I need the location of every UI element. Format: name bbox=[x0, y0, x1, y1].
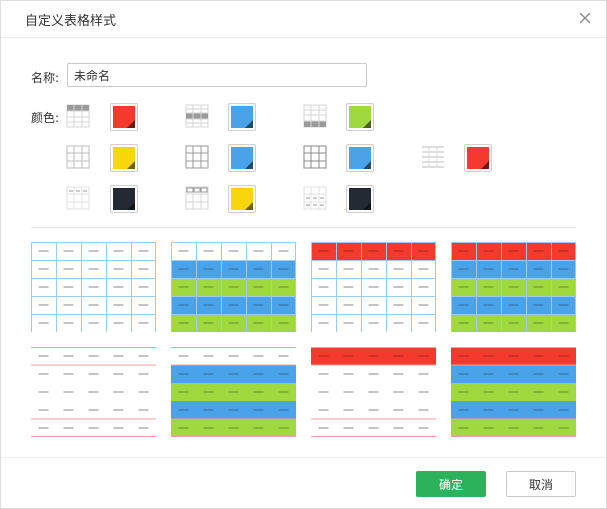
color-swatch-4[interactable] bbox=[110, 144, 138, 172]
style-preview-red-header-alternating[interactable] bbox=[451, 242, 576, 332]
confirm-button[interactable]: 确定 bbox=[416, 471, 486, 497]
style-preview-red-header-lines[interactable] bbox=[311, 347, 436, 437]
pattern-dashed-rows-grid-icon[interactable] bbox=[303, 186, 327, 210]
style-preview-red-header-lines-alternating[interactable] bbox=[451, 347, 576, 437]
color-swatch-2[interactable] bbox=[228, 103, 256, 131]
dialog-titlebar: 自定义表格样式 bbox=[1, 1, 606, 38]
swatch-fill bbox=[231, 147, 253, 169]
name-input[interactable] bbox=[67, 63, 367, 87]
color-swatch-8[interactable] bbox=[110, 185, 138, 213]
preview-table bbox=[451, 242, 576, 332]
style-preview-lines-only[interactable] bbox=[31, 347, 156, 437]
style-preview-grid-alternating[interactable] bbox=[171, 242, 296, 332]
pattern-horizontal-lines-icon[interactable] bbox=[421, 145, 445, 169]
pattern-middle-band-grid-icon[interactable] bbox=[185, 104, 209, 128]
color-label: 颜色: bbox=[31, 111, 60, 125]
swatch-fill bbox=[349, 147, 371, 169]
preview-table bbox=[171, 347, 296, 437]
swatch-fill bbox=[231, 106, 253, 128]
color-swatch-10[interactable] bbox=[346, 185, 374, 213]
name-label: 名称: bbox=[31, 71, 60, 85]
swatch-fill bbox=[113, 106, 135, 128]
pattern-dashed-header-grid-icon[interactable] bbox=[185, 186, 209, 210]
pattern-header-bar-grid-icon[interactable] bbox=[66, 104, 90, 128]
preview-table bbox=[31, 242, 156, 332]
preview-table bbox=[171, 242, 296, 332]
color-swatch-9[interactable] bbox=[228, 185, 256, 213]
dialog-title: 自定义表格样式 bbox=[25, 14, 117, 29]
footer-divider bbox=[1, 457, 606, 458]
pattern-dashed-grid-icon[interactable] bbox=[66, 186, 90, 210]
swatch-fill bbox=[113, 188, 135, 210]
style-preview-plain-grid[interactable] bbox=[31, 242, 156, 332]
swatch-fill bbox=[349, 106, 371, 128]
color-swatch-7[interactable] bbox=[464, 144, 492, 172]
swatch-fill bbox=[467, 147, 489, 169]
preview-table bbox=[311, 347, 436, 437]
cancel-button[interactable]: 取消 bbox=[506, 471, 576, 497]
close-icon[interactable] bbox=[578, 11, 592, 25]
preview-table bbox=[311, 242, 436, 332]
style-preview-lines-alternating[interactable] bbox=[171, 347, 296, 437]
swatch-fill bbox=[231, 188, 253, 210]
preview-table bbox=[451, 347, 576, 437]
section-divider bbox=[31, 227, 576, 228]
pattern-full-grid-icon[interactable] bbox=[303, 145, 327, 169]
swatch-fill bbox=[349, 188, 371, 210]
color-swatch-1[interactable] bbox=[110, 103, 138, 131]
swatch-fill bbox=[113, 147, 135, 169]
style-preview-red-header-grid[interactable] bbox=[311, 242, 436, 332]
pattern-full-grid-icon[interactable] bbox=[66, 145, 90, 169]
color-swatch-5[interactable] bbox=[228, 144, 256, 172]
preview-table bbox=[31, 347, 156, 437]
custom-table-style-dialog: 自定义表格样式 名称: 颜色: bbox=[0, 0, 607, 509]
pattern-footer-bar-grid-icon[interactable] bbox=[303, 104, 327, 128]
color-swatch-3[interactable] bbox=[346, 103, 374, 131]
pattern-full-grid-icon[interactable] bbox=[185, 145, 209, 169]
color-swatch-6[interactable] bbox=[346, 144, 374, 172]
